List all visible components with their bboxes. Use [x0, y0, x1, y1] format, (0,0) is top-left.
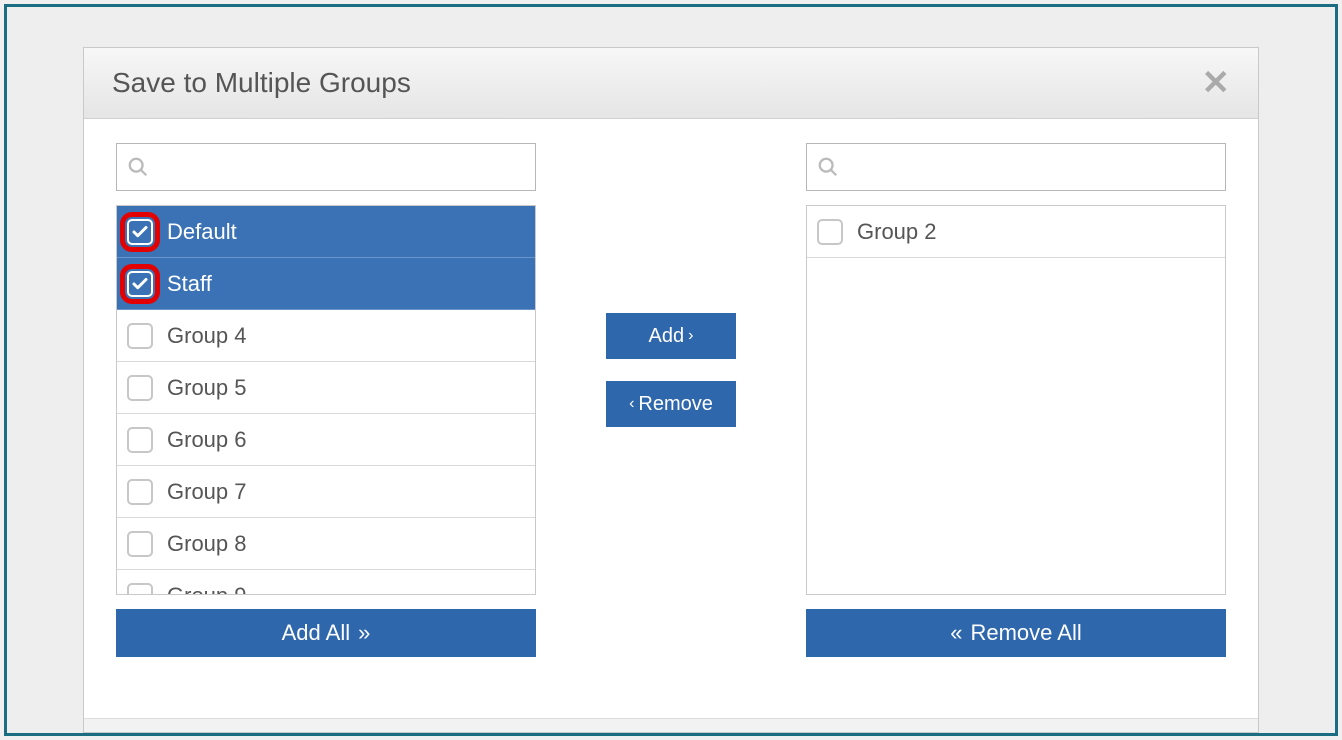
available-groups-list[interactable]: Default Staff Group 4 Group 5 Group 6 Group 7…	[116, 205, 536, 595]
outer-frame: Save to Multiple Groups ✕ Default Staff Gr…	[4, 4, 1338, 736]
list-item[interactable]: Group 8	[117, 518, 535, 570]
transfer-controls: Add › ‹ Remove	[546, 143, 796, 718]
dialog-body: Default Staff Group 4 Group 5 Group 6 Group 7…	[84, 119, 1258, 718]
selected-groups-column: Group 2 Remove All	[806, 143, 1226, 718]
list-item[interactable]: Group 9	[117, 570, 535, 595]
list-item[interactable]: Group 5	[117, 362, 535, 414]
checkbox[interactable]	[127, 271, 153, 297]
checkbox[interactable]	[127, 479, 153, 505]
checkbox[interactable]	[127, 583, 153, 596]
add-all-label: Add All	[282, 620, 351, 646]
list-item[interactable]: Staff	[117, 258, 535, 310]
chevron-right-icon: ›	[688, 327, 693, 345]
list-item[interactable]: Group 4	[117, 310, 535, 362]
list-item[interactable]: Group 7	[117, 466, 535, 518]
list-item-label: Group 4	[167, 323, 247, 349]
dialog: Save to Multiple Groups ✕ Default Staff Gr…	[83, 47, 1259, 733]
chevron-double-right-icon	[358, 620, 370, 646]
selected-search-box[interactable]	[806, 143, 1226, 191]
list-item[interactable]: Group 6	[117, 414, 535, 466]
list-item[interactable]: Default	[117, 206, 535, 258]
remove-label: Remove	[638, 393, 712, 416]
dialog-footer	[84, 718, 1258, 732]
list-item-label: Group 8	[167, 531, 247, 557]
checkbox[interactable]	[817, 219, 843, 245]
list-item-label: Group 9	[167, 583, 247, 596]
dialog-header: Save to Multiple Groups ✕	[84, 48, 1258, 119]
close-icon[interactable]: ✕	[1202, 66, 1231, 100]
available-search-input[interactable]	[157, 156, 525, 179]
checkbox[interactable]	[127, 531, 153, 557]
search-icon	[817, 156, 839, 178]
dialog-title: Save to Multiple Groups	[112, 67, 411, 99]
available-groups-column: Default Staff Group 4 Group 5 Group 6 Group 7…	[116, 143, 536, 718]
add-label: Add	[649, 325, 685, 348]
selected-groups-list[interactable]: Group 2	[806, 205, 1226, 595]
add-all-button[interactable]: Add All	[116, 609, 536, 657]
list-item-label: Default	[167, 219, 237, 245]
search-icon	[127, 156, 149, 178]
list-item-label: Group 7	[167, 479, 247, 505]
checkbox[interactable]	[127, 427, 153, 453]
chevron-double-left-icon	[950, 620, 962, 646]
remove-all-button[interactable]: Remove All	[806, 609, 1226, 657]
available-search-box[interactable]	[116, 143, 536, 191]
list-item-label: Group 2	[857, 219, 937, 245]
list-item-label: Staff	[167, 271, 212, 297]
checkbox[interactable]	[127, 219, 153, 245]
remove-all-label: Remove All	[970, 620, 1081, 646]
selected-search-input[interactable]	[847, 156, 1215, 179]
add-button[interactable]: Add ›	[606, 313, 736, 359]
remove-button[interactable]: ‹ Remove	[606, 381, 736, 427]
checkbox[interactable]	[127, 323, 153, 349]
list-item-label: Group 6	[167, 427, 247, 453]
chevron-left-icon: ‹	[629, 395, 634, 413]
list-item-label: Group 5	[167, 375, 247, 401]
checkbox[interactable]	[127, 375, 153, 401]
list-item[interactable]: Group 2	[807, 206, 1225, 258]
